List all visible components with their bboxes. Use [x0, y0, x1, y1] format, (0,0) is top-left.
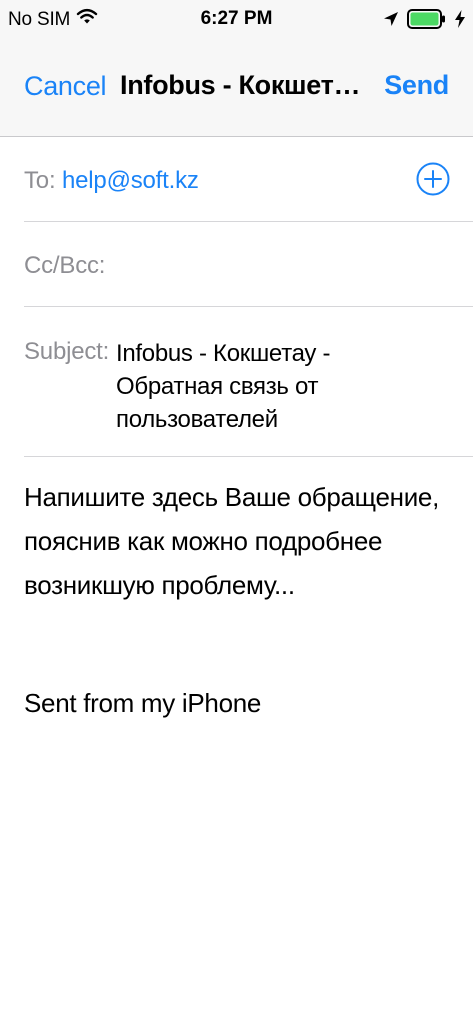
cancel-button[interactable]: Cancel — [24, 71, 107, 102]
battery-icon — [407, 9, 447, 34]
cc-bcc-field-row[interactable]: Cc/Bcc: — [24, 222, 473, 307]
charging-bolt-icon — [455, 10, 465, 33]
location-arrow-icon — [383, 11, 399, 32]
cc-bcc-label: Cc/Bcc: — [24, 252, 106, 279]
add-contact-icon[interactable] — [416, 162, 450, 196]
status-right — [383, 9, 465, 34]
compose-title: Infobus - Кокшетау... — [120, 70, 375, 100]
subject-field-row[interactable]: Subject: Infobus - Кокшетау - Обратная с… — [24, 307, 473, 457]
message-body[interactable]: Напишите здесь Ваше обращение, пояснив к… — [24, 475, 454, 607]
to-field-row[interactable]: To: help@soft.kz — [24, 137, 473, 222]
send-button[interactable]: Send — [384, 70, 449, 101]
recipient-token[interactable]: help@soft.kz — [62, 167, 199, 195]
status-bar: No SIM 6:27 PM — [0, 0, 473, 40]
compose-nav-bar: Cancel Infobus - Кокшетау... Send — [0, 40, 473, 137]
signature-text[interactable]: Sent from my iPhone — [24, 688, 261, 719]
subject-label: Subject: — [24, 338, 110, 365]
subject-input[interactable]: Infobus - Кокшетау - Обратная связь от п… — [116, 337, 366, 436]
to-label: To: — [24, 167, 56, 194]
